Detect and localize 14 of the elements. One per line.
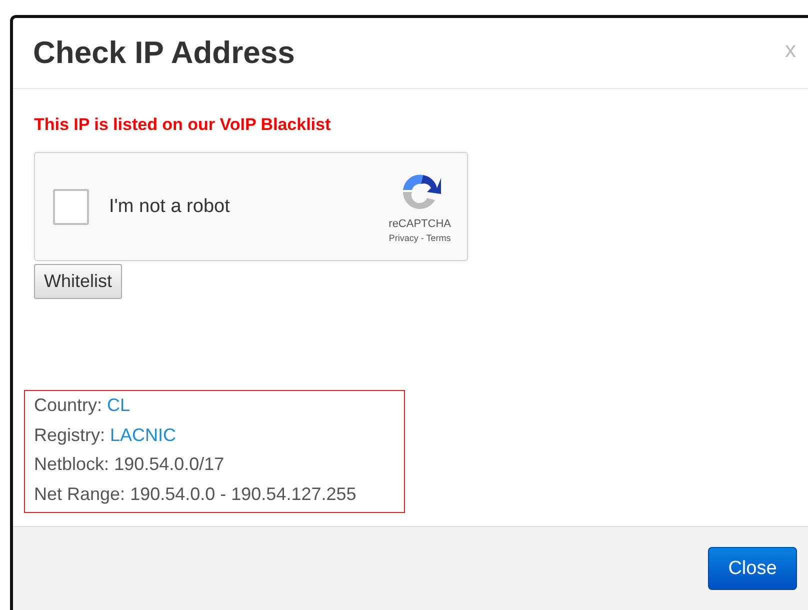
captcha-checkbox[interactable] xyxy=(53,188,89,224)
info-link[interactable]: LACNIC xyxy=(110,424,176,444)
info-link[interactable]: CL xyxy=(107,395,130,415)
info-row-text: Registry: LACNIC xyxy=(34,424,178,447)
whitelist-button[interactable]: Whitelist xyxy=(34,264,122,299)
info-row-text: Country: CL xyxy=(34,394,132,417)
info-row-text: Netblock: 190.54.0.0/17 xyxy=(34,453,226,476)
alert-message: This IP is listed on our VoIP Blacklist xyxy=(34,115,331,135)
recaptcha-brand: reCAPTCHA xyxy=(388,218,451,230)
info-row-text: Net Range: 190.54.0.0 - 190.54.127.255 xyxy=(34,482,358,506)
close-button[interactable]: Close xyxy=(708,547,797,590)
dialog-title: Check IP Address xyxy=(33,35,295,71)
privacy-terms-link[interactable]: Privacy - Terms xyxy=(388,233,451,243)
captcha-label: I'm not a robot xyxy=(109,196,231,218)
